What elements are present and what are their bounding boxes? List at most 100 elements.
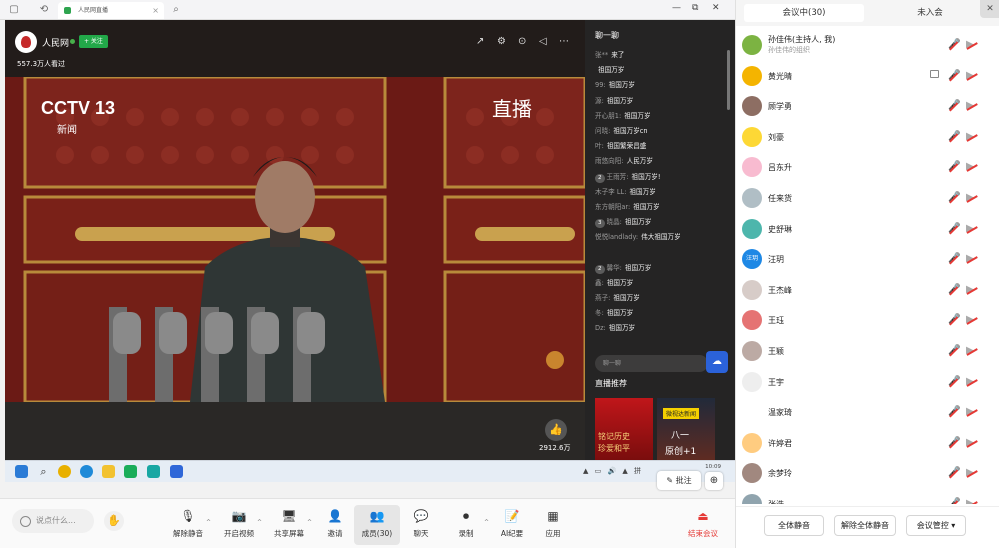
camera-off-icon[interactable]: ▶ [966, 345, 974, 356]
system-tray[interactable]: ▲ ▭ 🔊 ▲ 拼 [583, 466, 643, 476]
camera-off-icon[interactable]: ▶ [966, 131, 974, 142]
camera-off-icon[interactable]: ▶ [966, 284, 974, 295]
channel-name[interactable]: 人民网 [42, 36, 69, 49]
mic-muted-icon[interactable]: 🎤 [948, 70, 960, 81]
unmute-button[interactable]: 🎙 解除静音 ^ [165, 505, 211, 545]
like-button[interactable]: 👍 [545, 419, 567, 441]
apps-button[interactable]: ▦ 应用 [530, 505, 576, 545]
members-button[interactable]: 👥 成员(30) [354, 505, 400, 545]
participant-row[interactable]: 余梦玲 🎤 ▶ [736, 458, 999, 489]
record-button[interactable]: ⏺ 录制 ^ [443, 505, 490, 545]
participant-row[interactable]: 刘豪 🎤 ▶ [736, 122, 999, 153]
maximize-button[interactable]: ⧉ [692, 3, 698, 13]
app-icon[interactable] [147, 465, 160, 478]
channel-logo[interactable] [15, 31, 37, 53]
raise-hand-button[interactable]: ✋ [104, 511, 124, 531]
invite-button[interactable]: 👤 邀请 [312, 505, 358, 545]
mic-muted-icon[interactable]: 🎤 [948, 345, 960, 356]
start-icon[interactable] [15, 465, 28, 478]
camera-off-icon[interactable]: ▶ [966, 437, 974, 448]
participant-row[interactable]: 吕东升 🎤 ▶ [736, 152, 999, 183]
camera-off-icon[interactable]: ▶ [966, 223, 974, 234]
mic-muted-icon[interactable]: 🎤 [948, 131, 960, 142]
tab-close-icon[interactable]: × [152, 2, 159, 19]
share-icon[interactable]: ↗ [476, 36, 484, 47]
chat-button[interactable]: 💬 聊天 [398, 505, 444, 545]
mic-muted-icon[interactable]: 🎤 [948, 100, 960, 111]
taskbar-search-icon[interactable]: ⌕ [37, 465, 50, 478]
camera-off-icon[interactable]: ▶ [966, 376, 974, 387]
camera-off-icon[interactable]: ▶ [966, 253, 974, 264]
mic-muted-icon[interactable]: 🎤 [948, 376, 960, 387]
participant-row[interactable]: 王宇 🎤 ▶ [736, 367, 999, 398]
volume-icon[interactable]: ◁ [539, 36, 547, 47]
wechat-icon[interactable] [124, 465, 137, 478]
settings-icon[interactable]: ⚙ [497, 36, 506, 47]
participant-row[interactable]: 史舒琳 🎤 ▶ [736, 214, 999, 245]
meeting-control-button[interactable]: 会议管控 ▾ [906, 515, 966, 536]
search-icon[interactable]: ⌕ [170, 4, 182, 16]
participant-row[interactable]: 孙佳伟(主持人, 我) 孙佳伟的组织 🎤 ▶ [736, 30, 999, 61]
camera-off-icon[interactable]: ▶ [966, 161, 974, 172]
follow-button[interactable]: + 关注 [79, 35, 108, 48]
edge-icon[interactable] [80, 465, 93, 478]
camera-off-icon[interactable]: ▶ [966, 70, 974, 81]
zoom-in-icon[interactable]: ⊕ [705, 472, 723, 490]
panel-close-icon[interactable]: ✕ [980, 0, 999, 18]
participant-row[interactable]: 王杰峰 🎤 ▶ [736, 275, 999, 306]
mic-muted-icon[interactable]: 🎤 [948, 314, 960, 325]
participant-row[interactable]: 张浩 🎤 ▶ [736, 489, 999, 504]
participant-row[interactable]: 许婷君 🎤 ▶ [736, 428, 999, 459]
mic-muted-icon[interactable]: 🎤 [948, 253, 960, 264]
mic-muted-icon[interactable]: 🎤 [948, 284, 960, 295]
history-icon[interactable]: ⟲ [38, 4, 50, 16]
participant-row[interactable]: 汪玥 汪玥 🎤 ▶ [736, 244, 999, 275]
chat-input[interactable]: 聊一聊 [595, 355, 708, 372]
folder-icon[interactable] [102, 465, 115, 478]
unmute-all-button[interactable]: 解除全体静音 [834, 515, 896, 536]
browser-tab[interactable]: 人民网直播 × [58, 2, 164, 19]
participant-row[interactable]: 王颖 🎤 ▶ [736, 336, 999, 367]
camera-off-icon[interactable]: ▶ [966, 192, 974, 203]
close-window-button[interactable]: ✕ [712, 3, 720, 13]
screenshot-icon[interactable]: ⊙ [518, 36, 526, 47]
camera-off-icon[interactable]: ▶ [966, 406, 974, 417]
participant-row[interactable]: 黄光晴 🎤 ▶ [736, 61, 999, 92]
camera-off-icon[interactable]: ▶ [966, 39, 974, 50]
camera-off-icon[interactable]: ▶ [966, 100, 974, 111]
mic-muted-icon[interactable]: 🎤 [948, 39, 960, 50]
video-options-chevron-icon[interactable]: ^ [257, 519, 262, 526]
participant-row[interactable]: 温家琦 🎤 ▶ [736, 397, 999, 428]
ai-button[interactable]: 📝 AI纪要 [489, 505, 535, 545]
mic-muted-icon[interactable]: 🎤 [948, 161, 960, 172]
participant-row[interactable]: 王珏 🎤 ▶ [736, 305, 999, 336]
minimize-button[interactable]: — [672, 3, 681, 13]
mute-all-button[interactable]: 全体静音 [764, 515, 824, 536]
recommend-thumbnail-2[interactable]: 微视达新闻 八一 原创+1 [657, 398, 715, 460]
mic-muted-icon[interactable]: 🎤 [948, 498, 960, 504]
tab-in-meeting[interactable]: 会议中(30) [744, 4, 864, 22]
unmute-options-chevron-icon[interactable]: ^ [206, 519, 211, 526]
video-frame[interactable]: CCTV 13 新闻 直播 [5, 77, 585, 402]
participant-row[interactable]: 任来货 🎤 ▶ [736, 183, 999, 214]
share-button[interactable]: 🖥 共享屏幕 ^ [266, 505, 312, 545]
end-button[interactable]: ⏏ 结束会议 [680, 505, 726, 545]
mic-muted-icon[interactable]: 🎤 [948, 192, 960, 203]
camera-off-icon[interactable]: ▶ [966, 467, 974, 478]
camera-off-icon[interactable]: ▶ [966, 314, 974, 325]
tab-not-joined[interactable]: 未入会 [870, 4, 990, 22]
mic-muted-icon[interactable]: 🎤 [948, 437, 960, 448]
chrome-icon[interactable] [58, 465, 71, 478]
annotate-button[interactable]: ✎ 批注 [657, 471, 701, 490]
more-icon[interactable]: ⋯ [559, 36, 569, 47]
video-button[interactable]: 📷 开启视频 ^ [216, 505, 262, 545]
chat-scrollbar[interactable] [727, 50, 730, 110]
cloud-icon[interactable]: ☁ [706, 351, 728, 373]
mic-muted-icon[interactable]: 🎤 [948, 223, 960, 234]
mic-muted-icon[interactable]: 🎤 [948, 467, 960, 478]
recommend-thumbnail-1[interactable]: 铭记历史 珍爱和平 [595, 398, 653, 460]
meeting-app-icon[interactable] [170, 465, 183, 478]
camera-off-icon[interactable]: ▶ [966, 498, 974, 504]
mic-muted-icon[interactable]: 🎤 [948, 406, 960, 417]
participant-row[interactable]: 顾学勇 🎤 ▶ [736, 91, 999, 122]
